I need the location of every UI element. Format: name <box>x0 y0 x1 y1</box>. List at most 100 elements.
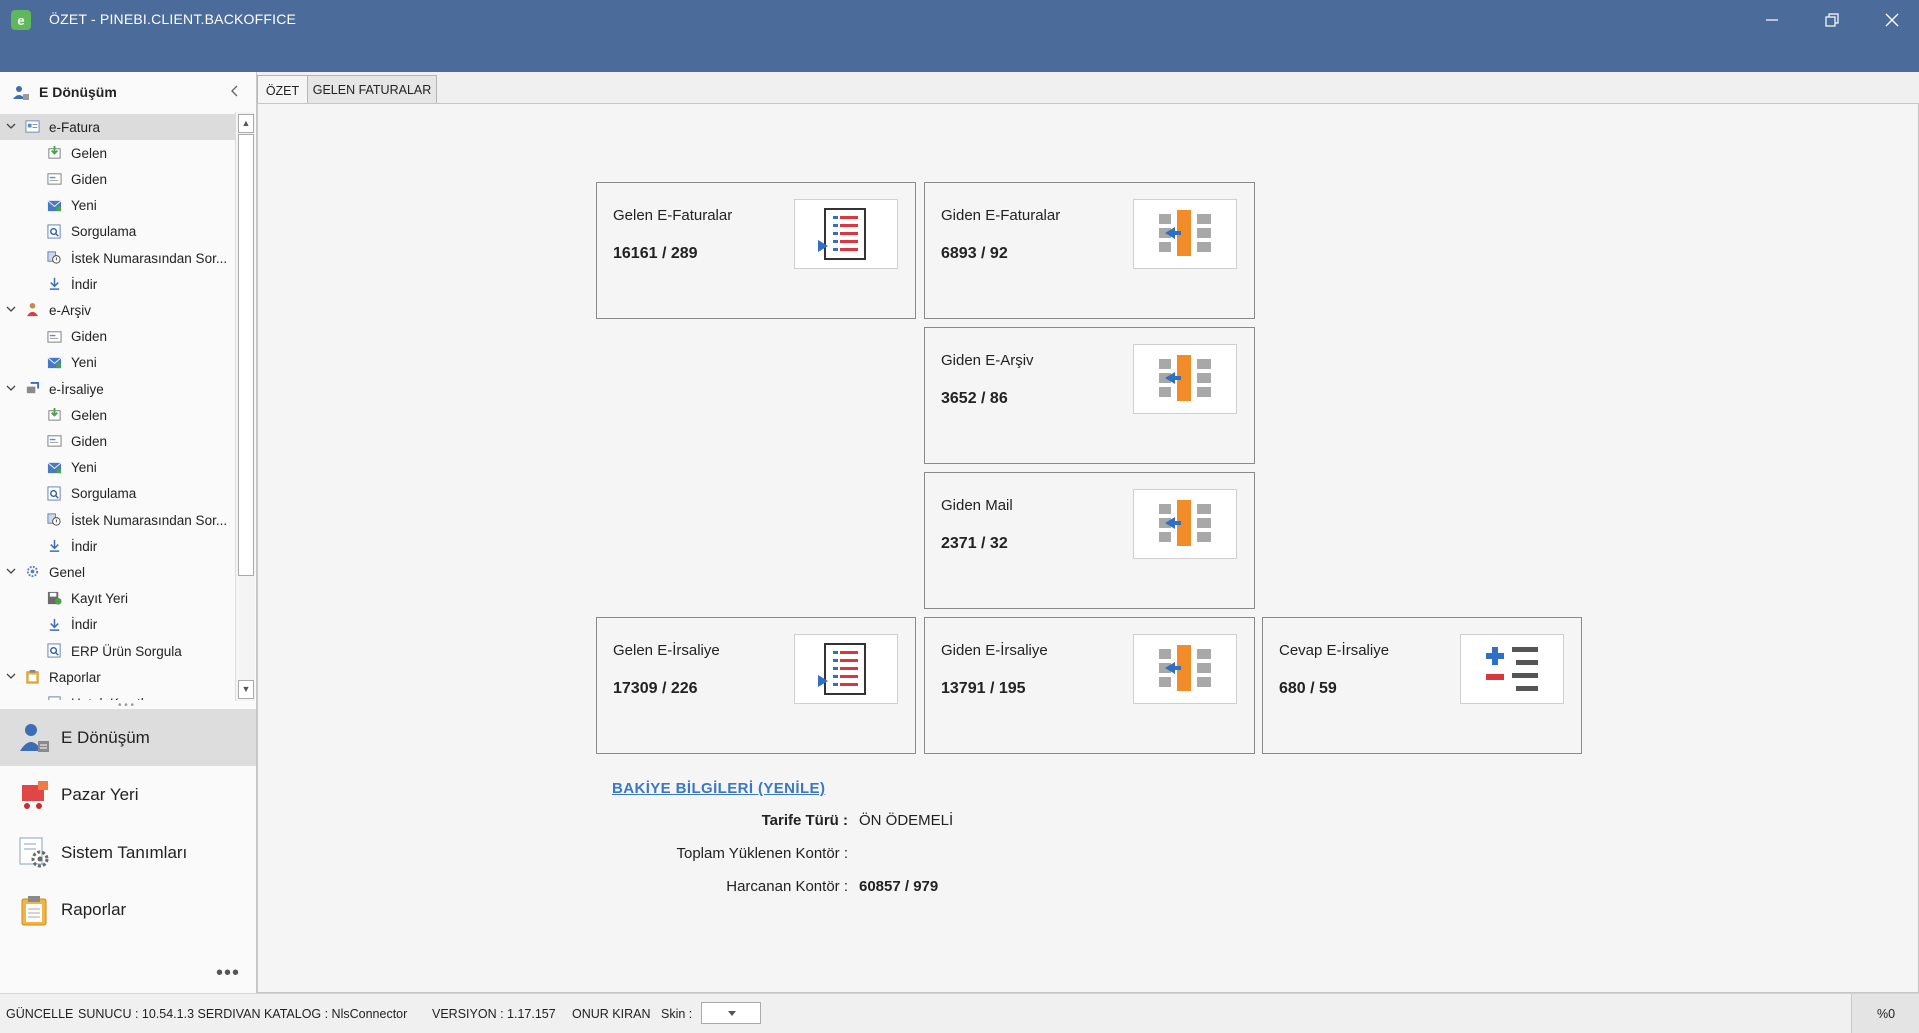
card-icon-button[interactable] <box>1133 344 1237 414</box>
tree-item[interactable]: Gelen <box>0 402 235 428</box>
tree-item[interactable]: e-İrsaliye <box>0 376 235 402</box>
chevron-down-icon[interactable] <box>5 671 17 683</box>
tree-item[interactable]: Yeni <box>0 350 235 376</box>
request-query-icon <box>47 513 61 526</box>
chevron-down-icon <box>728 1011 736 1016</box>
tree-item-label: İstek Numarasından Sor... <box>71 512 228 528</box>
card-value: 17309 / 226 <box>613 680 698 697</box>
tree-item[interactable]: Yeni <box>0 193 235 219</box>
card-giden-mail[interactable]: Giden Mail 2371 / 32 <box>924 472 1255 609</box>
incoming-document-icon <box>818 643 866 695</box>
chevron-down-icon[interactable] <box>5 383 17 395</box>
user-document-icon <box>20 724 49 752</box>
tree-item[interactable]: e-Fatura <box>0 114 235 140</box>
chevron-left-icon <box>231 85 238 97</box>
close-button[interactable] <box>1870 4 1914 36</box>
card-giden-e-arsiv[interactable]: Giden E-Arşiv 3652 / 86 <box>924 327 1255 464</box>
tree-item-label: Giden <box>71 433 108 449</box>
nav-group-e-donusum[interactable]: E Dönüşüm <box>0 709 256 766</box>
nav-group-raporlar[interactable]: Raporlar <box>0 882 256 939</box>
restore-button[interactable] <box>1810 4 1854 36</box>
tree-item[interactable]: İndir <box>0 271 235 297</box>
incoming-document-icon <box>818 208 866 260</box>
card-title: Giden E-İrsaliye <box>941 642 1048 659</box>
download-icon <box>49 540 60 553</box>
tree-scrollbar[interactable]: ▲ ▼ <box>235 112 255 701</box>
balance-value: 60857 / 979 <box>859 878 939 895</box>
tree-item[interactable]: e-Arşiv <box>0 297 235 323</box>
update-button[interactable]: GÜNCELLE <box>6 1007 73 1021</box>
card-icon-button[interactable] <box>1133 489 1237 559</box>
incoming-icon <box>48 408 61 421</box>
tree-item[interactable]: Yeni <box>0 455 235 481</box>
nav-group-label: Raporlar <box>61 900 127 919</box>
tree-item[interactable]: Raporlar <box>0 664 235 690</box>
collapse-nav-button[interactable] <box>226 80 244 102</box>
card-cevap-e-irsaliye[interactable]: Cevap E-İrsaliye 680 / 59 <box>1262 617 1582 754</box>
user-document-icon <box>13 86 29 100</box>
tree-item-label: Hatalı Kayıtlar <box>71 696 156 700</box>
card-title: Cevap E-İrsaliye <box>1279 642 1390 659</box>
card-icon-button[interactable] <box>794 199 898 269</box>
chevron-down-icon[interactable] <box>5 121 17 133</box>
tree-item[interactable]: İndir <box>0 533 235 559</box>
tree-item[interactable]: Genel <box>0 559 235 585</box>
tree-item[interactable]: Sorgulama <box>0 481 235 507</box>
report-icon <box>48 696 61 700</box>
nav-group-sistem-tanimlari[interactable]: Sistem Tanımları <box>0 824 256 881</box>
tree-item-label: Genel <box>49 564 86 580</box>
tree-item[interactable]: İstek Numarasından Sor... <box>0 245 235 271</box>
tree-item[interactable]: Hatalı Kayıtlar <box>0 690 235 700</box>
card-gelen-e-faturalar[interactable]: Gelen E-Faturalar 16161 / 289 <box>596 182 916 319</box>
tree-item-label: e-İrsaliye <box>49 381 104 397</box>
tree-item[interactable]: Giden <box>0 324 235 350</box>
tree-item[interactable]: Sorgulama <box>0 219 235 245</box>
card-giden-e-faturalar[interactable]: Giden E-Faturalar 6893 / 92 <box>924 182 1255 319</box>
archive-user-icon <box>26 303 39 317</box>
dispatch-icon <box>26 381 40 394</box>
balance-label: Tarife Türü : <box>761 812 848 829</box>
outgoing-icon <box>47 435 62 447</box>
chevron-down-icon[interactable] <box>5 304 17 316</box>
balance-refresh-link[interactable]: BAKİYE BİLGİLERİ (YENİLE) <box>612 780 825 797</box>
nav-more-button[interactable]: ••• <box>216 962 240 985</box>
scroll-down-button[interactable]: ▼ <box>238 680 254 699</box>
card-value: 3652 / 86 <box>941 390 1008 407</box>
tree-item-label: Kayıt Yeri <box>71 591 129 607</box>
tab-ozet[interactable]: ÖZET <box>257 75 308 105</box>
tree-item-label: İndir <box>71 538 98 554</box>
tree-item-label: İstek Numarasından Sor... <box>71 250 228 266</box>
tree-item[interactable]: Giden <box>0 166 235 192</box>
card-icon-button[interactable] <box>794 634 898 704</box>
chevron-down-icon[interactable] <box>5 566 17 578</box>
skin-dropdown[interactable] <box>701 1002 761 1024</box>
card-value: 16161 / 289 <box>613 245 698 262</box>
summary-panel: Gelen E-Faturalar 16161 / 289 Giden E-Fa… <box>257 103 1919 993</box>
tree-item[interactable]: Kayıt Yeri <box>0 586 235 612</box>
scroll-up-button[interactable]: ▲ <box>238 114 254 133</box>
tree-item[interactable]: ERP Ürün Sorgula <box>0 638 235 664</box>
card-icon-button[interactable] <box>1133 634 1237 704</box>
scroll-thumb[interactable] <box>238 134 254 576</box>
tree-item-label: İndir <box>71 276 98 292</box>
tree-item[interactable]: Gelen <box>0 140 235 166</box>
close-icon <box>1885 13 1899 27</box>
query-icon <box>47 224 61 239</box>
tree-item-label: Giden <box>71 171 108 187</box>
card-giden-e-irsaliye[interactable]: Giden E-İrsaliye 13791 / 195 <box>924 617 1255 754</box>
tree-item-label: ERP Ürün Sorgula <box>71 643 182 659</box>
tree-item[interactable]: İndir <box>0 612 235 638</box>
tree-item[interactable]: Giden <box>0 428 235 454</box>
card-gelen-e-irsaliye[interactable]: Gelen E-İrsaliye 17309 / 226 <box>596 617 916 754</box>
minimize-button[interactable] <box>1750 4 1794 36</box>
nav-group-pazar-yeri[interactable]: Pazar Yeri <box>0 767 256 824</box>
nav-header: E Dönüşüm <box>0 72 256 112</box>
card-icon-button[interactable] <box>1460 634 1564 704</box>
tree-item[interactable]: İstek Numarasından Sor... <box>0 507 235 533</box>
tab-gelen-faturalar[interactable]: GELEN FATURALAR <box>307 75 437 104</box>
nav-header-title: E Dönüşüm <box>39 84 117 100</box>
app-icon: e <box>11 10 31 30</box>
tree-item-label: Gelen <box>71 145 108 161</box>
card-icon-button[interactable] <box>1133 199 1237 269</box>
server-info: SUNUCU : 10.54.1.3 SERDIVAN KATALOG : Nl… <box>78 1007 408 1021</box>
